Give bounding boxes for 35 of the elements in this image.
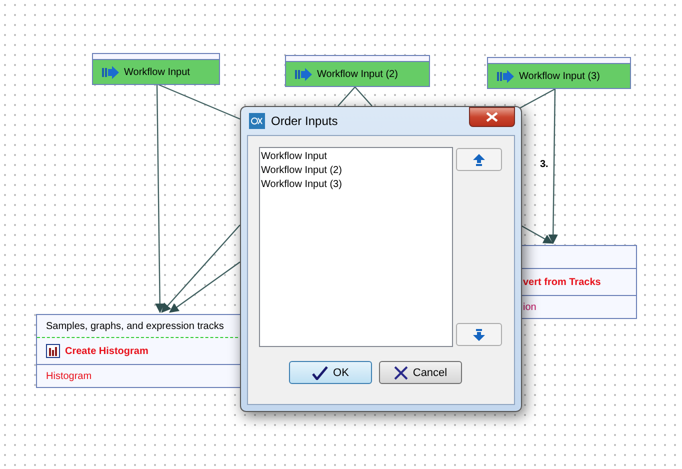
tool-name: vert from Tracks bbox=[523, 276, 601, 288]
arrow-down-icon bbox=[473, 328, 485, 340]
list-item[interactable]: Workflow Input (2) bbox=[261, 164, 451, 178]
node-label: Workflow Input (3) bbox=[519, 70, 600, 82]
check-icon bbox=[312, 366, 328, 380]
node-label: Workflow Input (2) bbox=[317, 68, 398, 80]
workflow-input-node[interactable]: Workflow Input bbox=[92, 53, 220, 85]
list-item[interactable]: Workflow Input bbox=[261, 150, 451, 164]
close-icon bbox=[486, 112, 498, 122]
cancel-button[interactable]: Cancel bbox=[379, 361, 462, 384]
workflow-input-node[interactable]: Workflow Input (3) bbox=[487, 57, 631, 89]
app-icon bbox=[249, 113, 265, 129]
connector-label: 3. bbox=[540, 159, 548, 170]
close-icon bbox=[394, 366, 408, 380]
list-item[interactable]: Workflow Input (3) bbox=[261, 178, 451, 192]
arrow-up-icon bbox=[473, 154, 485, 166]
close-button[interactable] bbox=[469, 107, 515, 127]
input-label: Samples, graphs, and expression tracks bbox=[46, 320, 224, 332]
connector-line bbox=[354, 86, 372, 106]
tool-name: Create Histogram bbox=[65, 346, 148, 356]
arrow-right-icon bbox=[497, 70, 514, 82]
connector-line bbox=[338, 86, 356, 106]
move-up-button[interactable] bbox=[456, 148, 502, 171]
move-down-button[interactable] bbox=[456, 323, 502, 346]
tool-node[interactable]: vert from Tracks ion bbox=[520, 245, 637, 319]
ok-button[interactable]: OK bbox=[289, 361, 372, 384]
workflow-input-node[interactable]: Workflow Input (2) bbox=[285, 55, 430, 87]
histogram-icon bbox=[46, 344, 60, 358]
inputs-list[interactable]: Workflow Input Workflow Input (2) Workflow Input (3) bbox=[259, 147, 453, 347]
arrow-right-icon bbox=[295, 68, 312, 80]
output-label: Histogram bbox=[46, 370, 92, 382]
output-label: ion bbox=[523, 302, 536, 312]
node-label: Workflow Input bbox=[124, 66, 190, 78]
dialog-title: Order Inputs bbox=[271, 114, 339, 128]
arrow-right-icon bbox=[102, 66, 119, 78]
